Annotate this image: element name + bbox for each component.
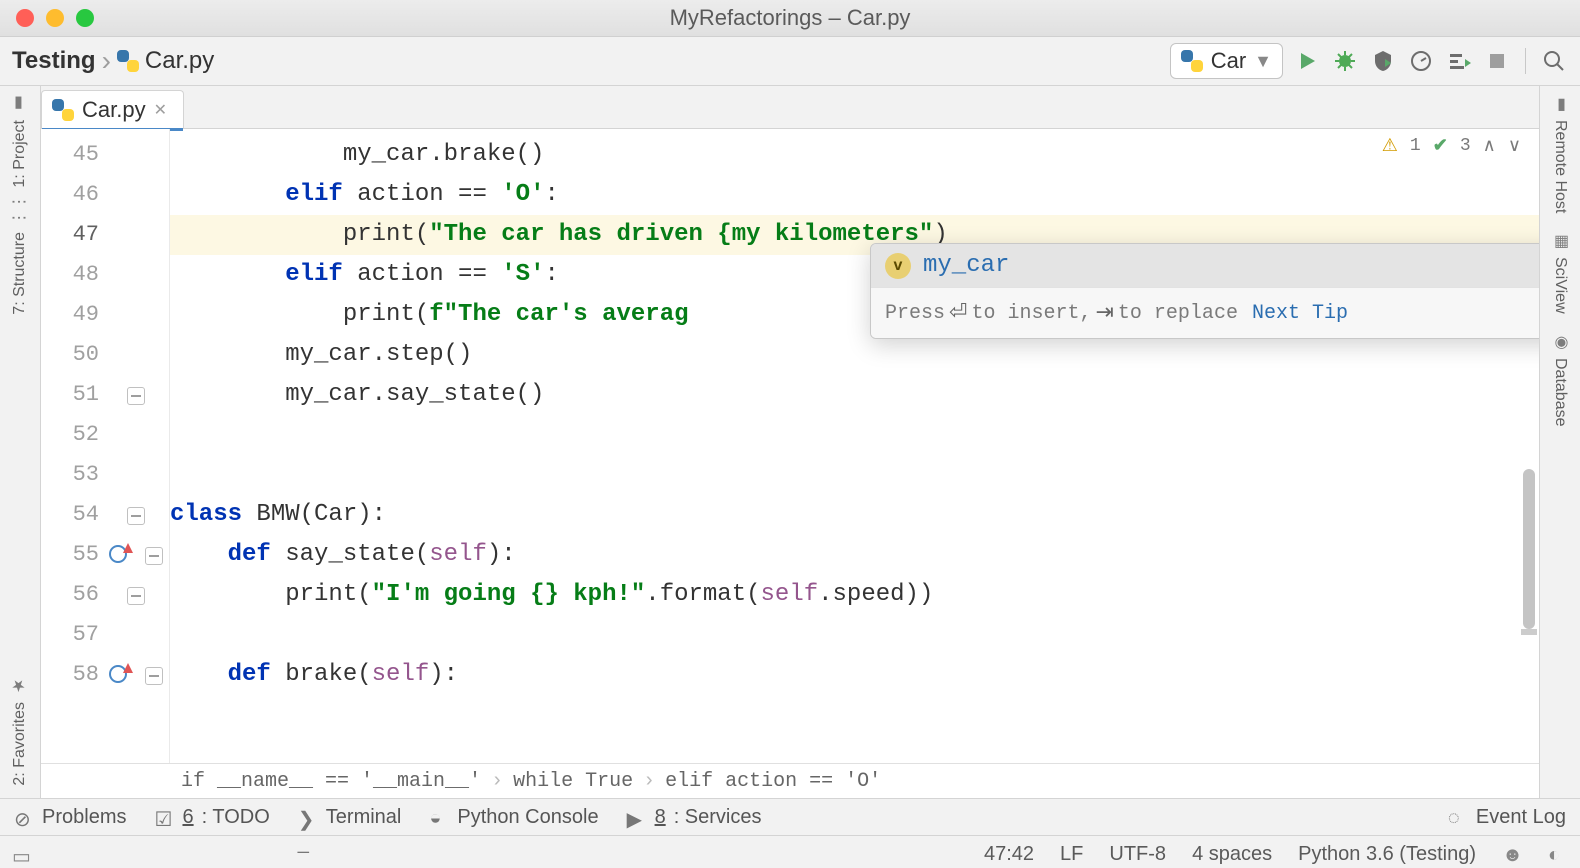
tool-window-structure[interactable]: 7: Structure⋮⋮ [10, 206, 30, 315]
left-tool-strip: 1: Project▮ 7: Structure⋮⋮ 2: Favorites★ [0, 86, 41, 798]
tool-window-event-log[interactable]: ◌Event Log [1448, 806, 1566, 829]
context-breadcrumbs[interactable]: if __name__ == '__main__' › while True ›… [41, 763, 1539, 798]
run-configuration-combo[interactable]: Car ▼ [1170, 43, 1283, 79]
services-icon: ▶ [627, 807, 647, 827]
grid-icon: ▦ [1550, 231, 1570, 251]
gutter-line-numbers: 4546 4748 4950 5152 5354 5556 5758 [41, 129, 109, 763]
separator [1525, 48, 1526, 74]
memory-indicator-icon[interactable]: ◐ [1548, 844, 1568, 864]
navigation-bar: Testing › Car.py Car ▼ [0, 37, 1580, 86]
code-content[interactable]: ⚠1 ✔3 ∧ ∨ my_car.brake() elif action == … [170, 129, 1539, 763]
tool-window-problems[interactable]: ⊘Problems [14, 806, 126, 829]
breadcrumb-root[interactable]: Testing [12, 47, 96, 75]
window-titlebar: MyRefactorings – Car.py [0, 0, 1580, 37]
editor-area: Car.py ✕ 4546 4748 4950 5152 5354 5556 5… [41, 86, 1539, 798]
tool-window-sciview[interactable]: ▦SciView [1550, 231, 1570, 314]
completion-suggestion: my_car [923, 252, 1009, 279]
context-crumb[interactable]: while True [513, 770, 633, 793]
scrollbar-mark[interactable] [1521, 629, 1537, 635]
completion-hint: Press ⏎ to insert, ⇥ to replace Next Tip… [871, 287, 1539, 338]
python-icon [1181, 50, 1203, 72]
structure-icon: ⋮⋮ [10, 206, 30, 226]
problems-icon: ⊘ [14, 807, 34, 827]
status-bar: ▭ 47:42 LF UTF-8 4 spaces Python 3.6 (Te… [0, 835, 1580, 868]
zoom-window-icon[interactable] [76, 9, 94, 27]
inspection-profile-icon[interactable]: ☻ [1502, 844, 1522, 864]
concurrency-diagram-button[interactable] [1445, 47, 1473, 75]
close-icon[interactable]: ✕ [154, 100, 167, 120]
window-title: MyRefactorings – Car.py [0, 5, 1580, 31]
tool-window-todo[interactable]: ☑6: TODO [154, 806, 269, 829]
caret-position[interactable]: 47:42 [984, 843, 1034, 866]
breadcrumb[interactable]: Testing › Car.py [12, 45, 214, 77]
debug-button[interactable] [1331, 47, 1359, 75]
python-icon: ◒ [429, 807, 449, 827]
todo-icon: ☑ [154, 807, 174, 827]
inspection-widget[interactable]: ⚠1 ✔3 ∧ ∨ [1382, 135, 1521, 157]
override-marker-icon[interactable] [109, 665, 127, 683]
fold-marker[interactable] [145, 547, 163, 565]
chevron-up-icon[interactable]: ∧ [1483, 135, 1496, 157]
folder-icon: ▮ [10, 94, 30, 114]
run-button[interactable] [1293, 47, 1321, 75]
context-crumb[interactable]: elif action == 'O' [665, 770, 881, 793]
variable-icon: v [885, 253, 911, 279]
tab-key-icon: ⇥ [1095, 300, 1113, 326]
tool-window-project[interactable]: 1: Project▮ [10, 94, 30, 188]
scrollbar-thumb[interactable] [1523, 469, 1535, 629]
fold-marker[interactable] [127, 507, 145, 525]
tool-windows-toggle-icon[interactable]: ▭ [12, 844, 32, 864]
tool-window-database[interactable]: ◉Database [1550, 332, 1570, 427]
right-tool-strip: ▮Remote Host ▦SciView ◉Database [1539, 86, 1580, 798]
indent-settings[interactable]: 4 spaces [1192, 843, 1272, 866]
terminal-icon: ❯_ [298, 807, 318, 827]
database-icon: ◉ [1550, 332, 1570, 352]
star-icon: ★ [10, 676, 30, 696]
next-tip-link[interactable]: Next Tip [1252, 302, 1348, 325]
warning-icon: ⚠ [1382, 135, 1398, 157]
breadcrumb-file[interactable]: Car.py [145, 47, 214, 75]
window-controls [16, 9, 94, 27]
gutter-markers [109, 129, 170, 763]
fold-marker[interactable] [145, 667, 163, 685]
stop-button[interactable] [1483, 47, 1511, 75]
minimize-window-icon[interactable] [46, 9, 64, 27]
completion-item[interactable]: v my_car [871, 244, 1539, 287]
file-encoding[interactable]: UTF-8 [1109, 843, 1166, 866]
server-icon: ▮ [1550, 94, 1570, 114]
bottom-tool-bar: ⊘Problems ☑6: TODO ❯_Terminal ◒Python Co… [0, 798, 1580, 835]
python-file-icon [52, 99, 74, 121]
chevron-right-icon: › [102, 45, 111, 77]
editor[interactable]: 4546 4748 4950 5152 5354 5556 5758 [41, 129, 1539, 763]
tool-window-remote-host[interactable]: ▮Remote Host [1550, 94, 1570, 213]
editor-tabs: Car.py ✕ [41, 86, 1539, 129]
chevron-down-icon: ▼ [1254, 51, 1272, 72]
run-config-label: Car [1211, 48, 1246, 74]
line-separator[interactable]: LF [1060, 843, 1083, 866]
profile-button[interactable] [1407, 47, 1435, 75]
event-log-icon: ◌ [1448, 807, 1468, 827]
tool-window-favorites[interactable]: 2: Favorites★ [10, 676, 30, 786]
tab-label: Car.py [82, 97, 146, 123]
tool-window-services[interactable]: ▶8: Services [627, 806, 762, 829]
chevron-down-icon[interactable]: ∨ [1508, 135, 1521, 157]
fold-marker[interactable] [127, 587, 145, 605]
tool-window-python-console[interactable]: ◒Python Console [429, 806, 598, 829]
override-marker-icon[interactable] [109, 545, 127, 563]
editor-tab-car[interactable]: Car.py ✕ [41, 90, 184, 129]
search-everywhere-icon[interactable] [1540, 47, 1568, 75]
code-completion-popup[interactable]: v my_car Press ⏎ to insert, ⇥ to replace… [870, 243, 1539, 339]
run-with-coverage-button[interactable] [1369, 47, 1397, 75]
python-file-icon [117, 50, 139, 72]
enter-key-icon: ⏎ [949, 300, 967, 326]
check-icon: ✔ [1433, 135, 1448, 157]
python-interpreter[interactable]: Python 3.6 (Testing) [1298, 843, 1476, 866]
context-crumb[interactable]: if __name__ == '__main__' [181, 770, 481, 793]
tool-window-terminal[interactable]: ❯_Terminal [298, 806, 402, 829]
fold-marker[interactable] [127, 387, 145, 405]
close-window-icon[interactable] [16, 9, 34, 27]
